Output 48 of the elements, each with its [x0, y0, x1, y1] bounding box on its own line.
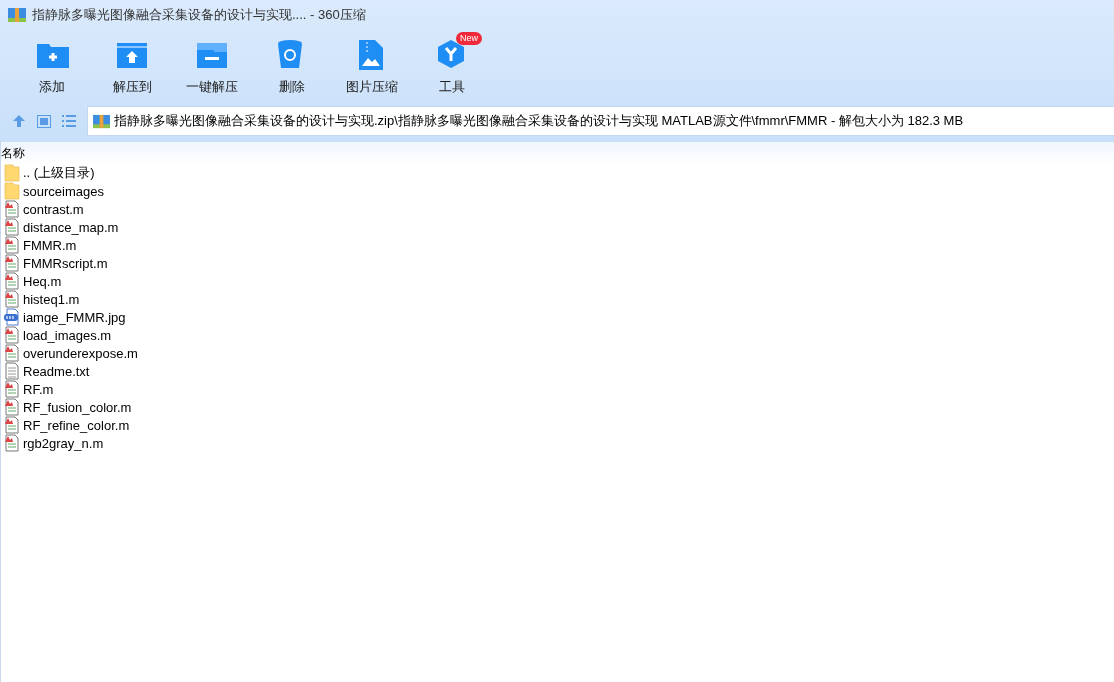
matlab-file-icon [4, 416, 20, 434]
matlab-file-icon [4, 434, 20, 452]
toolbar-button[interactable]: 图片压缩 [332, 30, 412, 100]
file-name[interactable]: overunderexpose.m [23, 345, 138, 361]
toolbar-button[interactable]: 删除 [252, 30, 332, 100]
address-bar[interactable]: 指静脉多曝光图像融合采集设备的设计与实现.zip\指静脉多曝光图像融合采集设备的设计与实现 MATLAB源文件\fmmr\FMMR - 解包大小为 182.3 MB [87, 106, 1114, 136]
jpg-file-icon [4, 308, 20, 326]
file-name[interactable]: distance_map.m [23, 219, 119, 235]
column-header[interactable]: 名称 [1, 144, 25, 162]
file-name[interactable]: histeq1.m [23, 291, 80, 307]
toolbar-button[interactable]: New 工具 [412, 30, 492, 100]
file-name[interactable]: contrast.m [23, 201, 84, 217]
address-path: 指静脉多曝光图像融合采集设备的设计与实现.zip\指静脉多曝光图像融合采集设备的设计与实现 MATLAB源文件\fmmr\FMMR - 解包大小为 182.3 MB [114, 112, 964, 130]
file-name[interactable]: Heq.m [23, 273, 62, 289]
archive-icon [8, 7, 26, 23]
matlab-file-icon [4, 200, 20, 218]
file-name[interactable]: RF_refine_color.m [23, 417, 130, 433]
file-name[interactable]: FMMR.m [23, 237, 77, 253]
toolbar-button[interactable]: 解压到 [92, 30, 172, 100]
file-name[interactable]: iamge_FMMR.jpg [23, 309, 126, 325]
file-name[interactable]: sourceimages [23, 183, 104, 199]
matlab-file-icon [4, 218, 20, 236]
file-name[interactable]: Readme.txt [23, 363, 90, 379]
up-arrow-icon[interactable] [12, 114, 26, 128]
file-name[interactable]: FMMRscript.m [23, 255, 108, 271]
matlab-file-icon [4, 290, 20, 308]
folder-icon [4, 164, 20, 182]
toolbar-button[interactable]: 一键解压 [172, 30, 252, 100]
matlab-file-icon [4, 236, 20, 254]
toolbar-button[interactable]: 添加 [12, 30, 92, 100]
archive-icon [93, 113, 110, 129]
matlab-file-icon [4, 272, 20, 290]
text-file-icon [4, 362, 20, 380]
matlab-file-icon [4, 398, 20, 416]
file-name[interactable]: rgb2gray_n.m [23, 435, 104, 451]
matlab-file-icon [4, 254, 20, 272]
list-view-icon[interactable] [62, 115, 76, 127]
file-name[interactable]: RF_fusion_color.m [23, 399, 132, 415]
new-badge: New [456, 32, 482, 45]
matlab-file-icon [4, 326, 20, 344]
matlab-file-icon [4, 344, 20, 362]
panel-view-icon[interactable] [37, 114, 51, 128]
folder-icon [4, 182, 20, 200]
file-name[interactable]: load_images.m [23, 327, 112, 343]
file-name[interactable]: .. (上级目录) [23, 164, 95, 182]
window-title: 指静脉多曝光图像融合采集设备的设计与实现.... - 360压缩 [32, 6, 366, 24]
matlab-file-icon [4, 380, 20, 398]
file-name[interactable]: RF.m [23, 381, 54, 397]
